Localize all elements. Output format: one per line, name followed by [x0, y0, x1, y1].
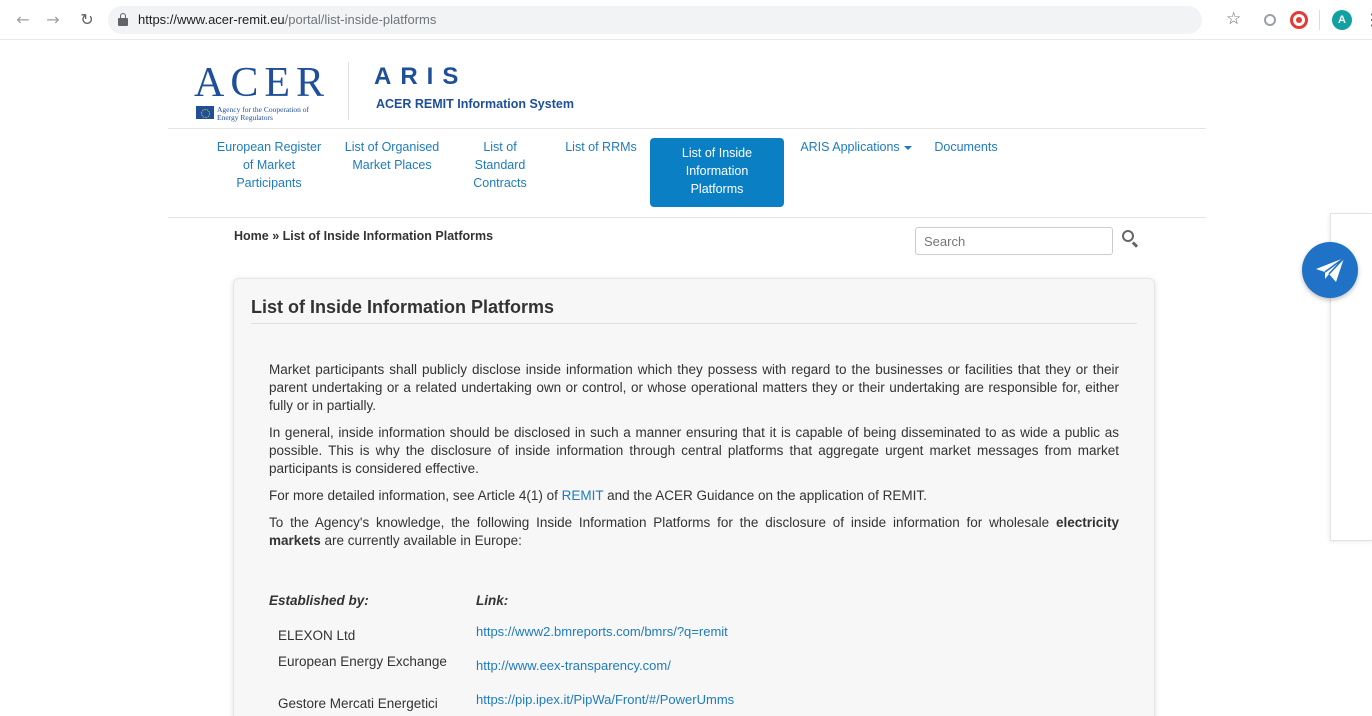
site-header: ACER Agency for the Cooperation of Energ…: [168, 40, 1206, 129]
breadcrumb: Home » List of Inside Information Platfo…: [234, 229, 494, 243]
para3-text-after: and the ACER Guidance on the application…: [603, 488, 927, 503]
nav-organised-market-places[interactable]: List of Organised Market Places: [344, 138, 440, 174]
column-header-link: Link:: [476, 593, 509, 608]
paragraph-more-info: For more detailed information, see Artic…: [269, 487, 1119, 505]
panel-divider: [251, 323, 1137, 324]
envelope-plane-icon: [1316, 257, 1345, 282]
caret-down-icon: [903, 145, 912, 150]
panel-body: Market participants shall publicly discl…: [269, 361, 1119, 559]
table-row-link[interactable]: https://www2.bmreports.com/bmrs/?q=remit: [476, 624, 728, 639]
extension-target-icon[interactable]: [1290, 11, 1308, 29]
lock-icon: [118, 13, 128, 26]
table-row-name: Gestore Mercati Energetici: [278, 696, 438, 711]
para4-text-before: To the Agency's knowledge, the following…: [269, 515, 1056, 530]
url-path: /portal/list-inside-platforms: [284, 12, 437, 27]
extension-circle-icon[interactable]: [1264, 14, 1276, 26]
table-row-link[interactable]: http://www.eex-transparency.com/: [476, 658, 671, 673]
paragraph-knowledge: To the Agency's knowledge, the following…: [269, 514, 1119, 550]
acer-logo-subtitle: Agency for the Cooperation of Energy Reg…: [217, 105, 310, 122]
aris-logo-letters: ARIS: [374, 63, 468, 90]
main-navigation: European Register of Market Participants…: [168, 130, 1206, 218]
contact-mail-button[interactable]: [1302, 242, 1358, 298]
address-bar[interactable]: https://www.acer-remit.eu/portal/list-in…: [108, 6, 1202, 34]
paragraph-general: In general, inside information should be…: [269, 425, 1119, 476]
acer-logo-letters: ACER: [194, 60, 331, 106]
aris-logo-subtitle: ACER REMIT Information System: [376, 97, 574, 111]
table-row-name: European Energy Exchange: [278, 654, 447, 669]
paragraph-disclosure: Market participants shall publicly discl…: [269, 362, 1119, 413]
acer-logo[interactable]: ACER Agency for the Cooperation of Energ…: [194, 62, 328, 122]
table-row-link[interactable]: https://pip.ipex.it/PipWa/Front/#/PowerU…: [476, 692, 734, 707]
nav-aris-applications-label: ARIS Applications: [800, 140, 900, 154]
profile-avatar[interactable]: A: [1332, 10, 1352, 30]
panel-title: List of Inside Information Platforms: [251, 297, 555, 317]
search-icon[interactable]: [1122, 230, 1140, 248]
nav-standard-contracts[interactable]: List of Standard Contracts: [464, 138, 536, 192]
reload-icon[interactable]: ↻: [78, 11, 96, 29]
nav-rrms[interactable]: List of RRMs: [560, 138, 642, 156]
para3-text-before: For more detailed information, see Artic…: [269, 488, 562, 503]
back-arrow-icon[interactable]: ←: [14, 11, 32, 29]
eu-flag-icon: [196, 106, 214, 119]
aris-logo[interactable]: ARIS ACER REMIT Information System: [374, 62, 614, 122]
nav-european-register[interactable]: European Register of Market Participants: [210, 138, 328, 192]
url-host: https://www.acer-remit.eu: [138, 12, 285, 27]
logo-divider: [348, 62, 349, 120]
bookmark-star-icon[interactable]: ☆: [1226, 9, 1241, 29]
toolbar-separator: [1319, 10, 1320, 30]
forward-arrow-icon[interactable]: →: [44, 11, 62, 29]
kebab-menu-icon[interactable]: ⋮: [1364, 10, 1372, 30]
browser-toolbar: ← → ↻ https://www.acer-remit.eu/portal/l…: [0, 0, 1372, 40]
content-panel: List of Inside Information Platforms Mar…: [233, 278, 1155, 716]
nav-documents[interactable]: Documents: [930, 138, 1002, 156]
nav-aris-applications[interactable]: ARIS Applications: [796, 138, 916, 156]
remit-link[interactable]: REMIT: [562, 488, 604, 503]
para4-text-after: are currently available in Europe:: [320, 533, 522, 548]
column-header-established: Established by:: [269, 593, 369, 608]
table-row-name: ELEXON Ltd: [278, 628, 356, 643]
url-text[interactable]: https://www.acer-remit.eu/portal/list-in…: [138, 12, 436, 27]
search-input[interactable]: [915, 227, 1113, 255]
nav-inside-information-platforms[interactable]: List of Inside Information Platforms: [650, 138, 784, 207]
